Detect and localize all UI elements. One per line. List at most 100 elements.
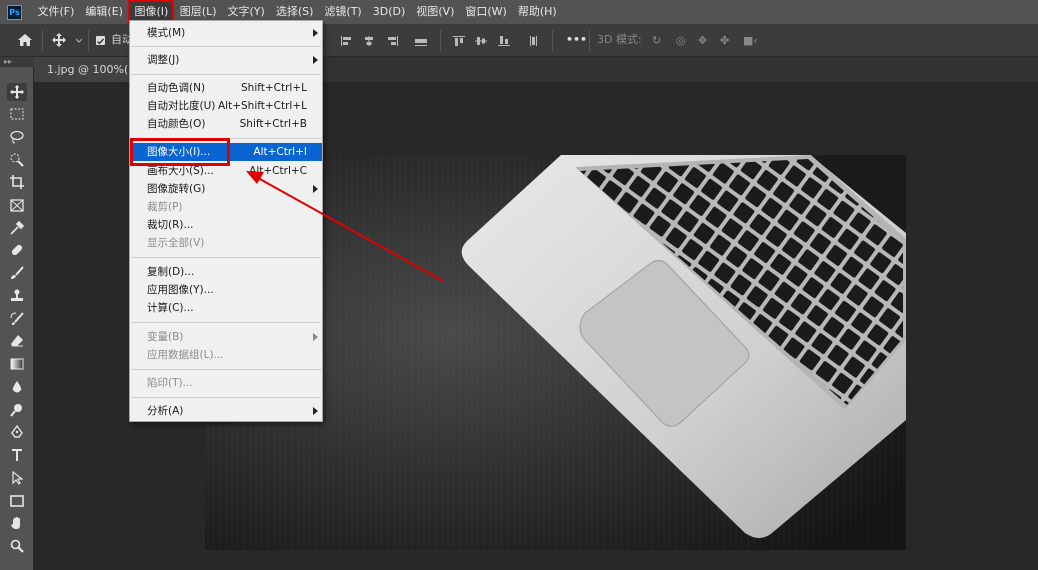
menu-item-apply-image[interactable]: 应用图像(Y)... xyxy=(130,281,322,299)
menu-item-trim[interactable]: 裁切(R)... xyxy=(130,216,322,234)
menu-item-mode[interactable]: 模式(M) xyxy=(130,24,322,42)
options-separator xyxy=(440,30,441,51)
menu-item-label: 复制(D)... xyxy=(147,266,195,278)
menu-item-label: 自动色调(N) xyxy=(147,82,206,94)
pan-3d-icon[interactable]: ✥ xyxy=(698,35,712,47)
move-tool-icon[interactable] xyxy=(50,32,68,48)
frame-tool-icon[interactable] xyxy=(7,196,27,214)
menu-separator xyxy=(131,46,321,47)
rectangle-tool-icon[interactable] xyxy=(7,492,27,510)
menu-item-adjustments[interactable]: 调整(J) xyxy=(130,51,322,69)
hand-tool-icon[interactable] xyxy=(7,514,27,532)
menu-item-crop: 裁剪(P) xyxy=(130,198,322,216)
options-separator xyxy=(552,30,553,51)
menu-item-variables: 变量(B) xyxy=(130,328,322,346)
history-brush-tool-icon[interactable] xyxy=(7,310,27,328)
healing-brush-tool-icon[interactable] xyxy=(7,241,27,259)
menu-item-label: 裁切(R)... xyxy=(147,219,194,231)
menu-item-shortcut: Alt+Shift+Ctrl+L xyxy=(217,100,307,112)
mode-3d-label: 3D 模式: xyxy=(597,33,642,46)
menu-item-label: 计算(C)... xyxy=(147,302,194,314)
menu-item-auto-contrast[interactable]: 自动对比度(U) Alt+Shift+Ctrl+L xyxy=(130,97,322,115)
type-tool-icon[interactable] xyxy=(7,446,27,464)
menu-item-duplicate[interactable]: 复制(D)... xyxy=(130,263,322,281)
quick-select-tool-icon[interactable] xyxy=(7,151,27,169)
menu-item-label: 陷印(T)... xyxy=(147,377,193,389)
options-separator xyxy=(42,30,43,51)
menu-separator xyxy=(131,74,321,75)
more-icon[interactable]: ••• xyxy=(566,32,587,48)
align-center-icon[interactable] xyxy=(363,36,375,46)
menu-item-label: 应用图像(Y)... xyxy=(147,284,214,296)
scale-3d-icon[interactable]: ■‹ xyxy=(743,35,758,47)
menu-item-label: 自动对比度(U) xyxy=(147,100,216,112)
panel-collapse-icon[interactable]: ▸▸ xyxy=(0,57,34,67)
menu-item-image-size[interactable]: 图像大小(I)... Alt+Ctrl+I xyxy=(130,143,322,161)
menu-filter[interactable]: 滤镜(T) xyxy=(319,0,367,24)
align-right-icon[interactable] xyxy=(386,36,398,46)
chevron-down-icon[interactable] xyxy=(74,32,84,48)
marquee-tool-icon[interactable] xyxy=(7,105,27,123)
crop-tool-icon[interactable] xyxy=(7,173,27,191)
menu-3d[interactable]: 3D(D) xyxy=(367,0,411,24)
menu-item-calculations[interactable]: 计算(C)... xyxy=(130,299,322,317)
document-tab[interactable]: 1.jpg @ 100%(RGB/8) xyxy=(34,57,130,82)
menu-item-trap: 陷印(T)... xyxy=(130,374,322,392)
gradient-tool-icon[interactable] xyxy=(7,355,27,373)
menu-item-analysis[interactable]: 分析(A) xyxy=(130,402,322,420)
menu-item-label: 图像大小(I)... xyxy=(147,146,211,158)
menu-view[interactable]: 视图(V) xyxy=(411,0,460,24)
submenu-arrow-icon xyxy=(313,333,318,341)
align-bottom-icon[interactable] xyxy=(498,36,510,46)
menu-item-image-rotation[interactable]: 图像旋转(G) xyxy=(130,180,322,198)
blur-tool-icon[interactable] xyxy=(7,378,27,396)
menu-item-label: 裁剪(P) xyxy=(147,201,183,213)
photoshop-window: Ps 文件(F) 编辑(E) 图像(I) 图层(L) 文字(Y) 选择(S) 滤… xyxy=(0,0,1038,570)
dodge-tool-icon[interactable] xyxy=(7,401,27,419)
auto-select-checkbox[interactable] xyxy=(96,36,105,45)
distribute-vertical-icon[interactable] xyxy=(527,36,539,46)
menu-item-shortcut: Shift+Ctrl+B xyxy=(239,118,307,130)
image-menu-dropdown: 模式(M) 调整(J) 自动色调(N) Shift+Ctrl+L 自动对比度(U)… xyxy=(129,20,323,422)
menu-item-auto-color[interactable]: 自动颜色(O) Shift+Ctrl+B xyxy=(130,115,322,133)
slide-3d-icon[interactable]: ✤ xyxy=(720,35,734,47)
checkmark-icon xyxy=(97,38,105,45)
options-separator xyxy=(88,30,89,51)
pen-tool-icon[interactable] xyxy=(7,423,27,441)
lasso-tool-icon[interactable] xyxy=(7,128,27,146)
path-select-tool-icon[interactable] xyxy=(7,469,27,487)
menu-item-label: 自动颜色(O) xyxy=(147,118,206,130)
home-icon[interactable] xyxy=(17,32,33,48)
menu-item-label: 显示全部(V) xyxy=(147,237,205,249)
ps-logo: Ps xyxy=(7,4,22,20)
align-middle-icon[interactable] xyxy=(475,36,487,46)
distribute-icon[interactable] xyxy=(415,36,427,46)
menu-item-reveal-all: 显示全部(V) xyxy=(130,234,322,252)
menu-item-auto-tone[interactable]: 自动色调(N) Shift+Ctrl+L xyxy=(130,79,322,97)
brush-tool-icon[interactable] xyxy=(7,264,27,282)
align-left-icon[interactable] xyxy=(341,36,353,46)
menu-item-apply-data-set: 应用数据组(L)... xyxy=(130,346,322,364)
menu-item-label: 应用数据组(L)... xyxy=(147,349,224,361)
clone-stamp-tool-icon[interactable] xyxy=(7,287,27,305)
menu-item-canvas-size[interactable]: 画布大小(S)... Alt+Ctrl+C xyxy=(130,162,322,180)
menu-edit[interactable]: 编辑(E) xyxy=(80,0,129,24)
menu-item-label: 分析(A) xyxy=(147,405,184,417)
menu-separator xyxy=(131,369,321,370)
menu-separator xyxy=(131,257,321,258)
menu-help[interactable]: 帮助(H) xyxy=(512,0,562,24)
orbit-3d-icon[interactable]: ↻ xyxy=(652,35,666,47)
eyedropper-tool-icon[interactable] xyxy=(7,219,27,237)
move-tool-icon[interactable] xyxy=(7,83,27,101)
eraser-tool-icon[interactable] xyxy=(7,332,27,350)
tools-panel: ▸▸ xyxy=(0,57,34,570)
menu-window[interactable]: 窗口(W) xyxy=(460,0,512,24)
zoom-tool-icon[interactable] xyxy=(7,537,27,555)
roll-3d-icon[interactable]: ◎ xyxy=(676,35,690,47)
align-top-icon[interactable] xyxy=(453,36,465,46)
menu-file[interactable]: 文件(F) xyxy=(32,0,80,24)
submenu-arrow-icon xyxy=(313,407,318,415)
menu-separator xyxy=(131,138,321,139)
submenu-arrow-icon xyxy=(313,56,318,64)
menu-item-shortcut: Shift+Ctrl+L xyxy=(241,82,307,94)
